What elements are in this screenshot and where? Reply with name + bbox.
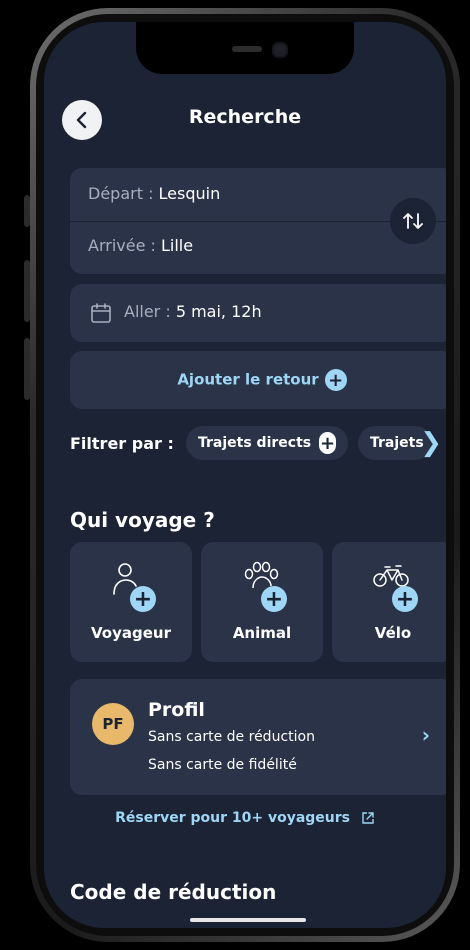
add-icon: + [130, 586, 156, 612]
avatar: PF [92, 703, 134, 745]
discount-title: Code de réduction [70, 880, 277, 904]
profile-reduction-card: Sans carte de réduction [148, 729, 315, 745]
add-return-button[interactable]: Ajouter le retour + [70, 351, 446, 409]
group-booking-label: Réserver pour 10+ voyageurs [115, 810, 351, 826]
traveler-label: Animal [232, 624, 292, 642]
departure-label: Départ : [88, 184, 159, 203]
departure-field[interactable]: Départ : Lesquin [88, 184, 220, 203]
home-indicator [190, 918, 306, 922]
speaker [232, 46, 262, 52]
traveler-bike-button[interactable]: + Vélo [332, 542, 446, 662]
chevron-right-icon[interactable]: ❯ [420, 428, 442, 458]
front-camera [272, 42, 288, 58]
arrival-field[interactable]: Arrivée : Lille [88, 236, 193, 255]
chevron-right-icon: › [421, 723, 430, 747]
notch [136, 22, 354, 74]
add-icon: + [261, 586, 287, 612]
add-return-content: Ajouter le retour + [70, 369, 446, 391]
filter-chip-direct[interactable]: Trajets directs + [186, 426, 348, 460]
profile-card[interactable]: PF Profil Sans carte de réduction Sans c… [70, 679, 446, 795]
outbound-date-field[interactable]: Aller : 5 mai, 12h [70, 284, 446, 342]
swap-icon [403, 213, 423, 229]
external-link-icon [362, 812, 374, 824]
filter-label: Filtrer par : [70, 434, 174, 453]
traveler-label: Voyageur [91, 624, 171, 642]
arrival-label: Arrivée : [88, 236, 161, 255]
outbound-value: 5 mai, 12h [175, 302, 262, 321]
filter-chip-label: Trajets [370, 435, 424, 451]
add-icon: + [392, 586, 418, 612]
profile-title: Profil [148, 699, 205, 721]
calendar-icon [91, 303, 111, 323]
arrival-value: Lille [160, 236, 194, 255]
group-booking-link[interactable]: Réserver pour 10+ voyageurs [44, 810, 446, 826]
traveler-animal-button[interactable]: + Animal [201, 542, 323, 662]
profile-loyalty-card: Sans carte de fidélité [148, 757, 297, 773]
route-card: Départ : Lesquin Arrivée : Lille [70, 168, 446, 274]
add-return-label: Ajouter le retour [177, 370, 319, 389]
swap-stations-button[interactable] [390, 198, 436, 244]
plus-icon: + [324, 369, 347, 391]
traveler-passenger-button[interactable]: + Voyageur [70, 542, 192, 662]
travelers-title: Qui voyage ? [70, 508, 215, 532]
departure-value: Lesquin [158, 184, 221, 203]
traveler-label: Vélo [374, 624, 412, 642]
plus-circle-icon: + [319, 432, 336, 454]
filter-chip-label: Trajets directs [198, 435, 312, 451]
app-screen: Recherche Départ : Lesquin Arrivée : Lil… [44, 22, 446, 928]
page-title: Recherche [188, 106, 302, 128]
outbound-label: Aller : [124, 302, 176, 321]
outbound-text: Aller : 5 mai, 12h [124, 302, 262, 321]
